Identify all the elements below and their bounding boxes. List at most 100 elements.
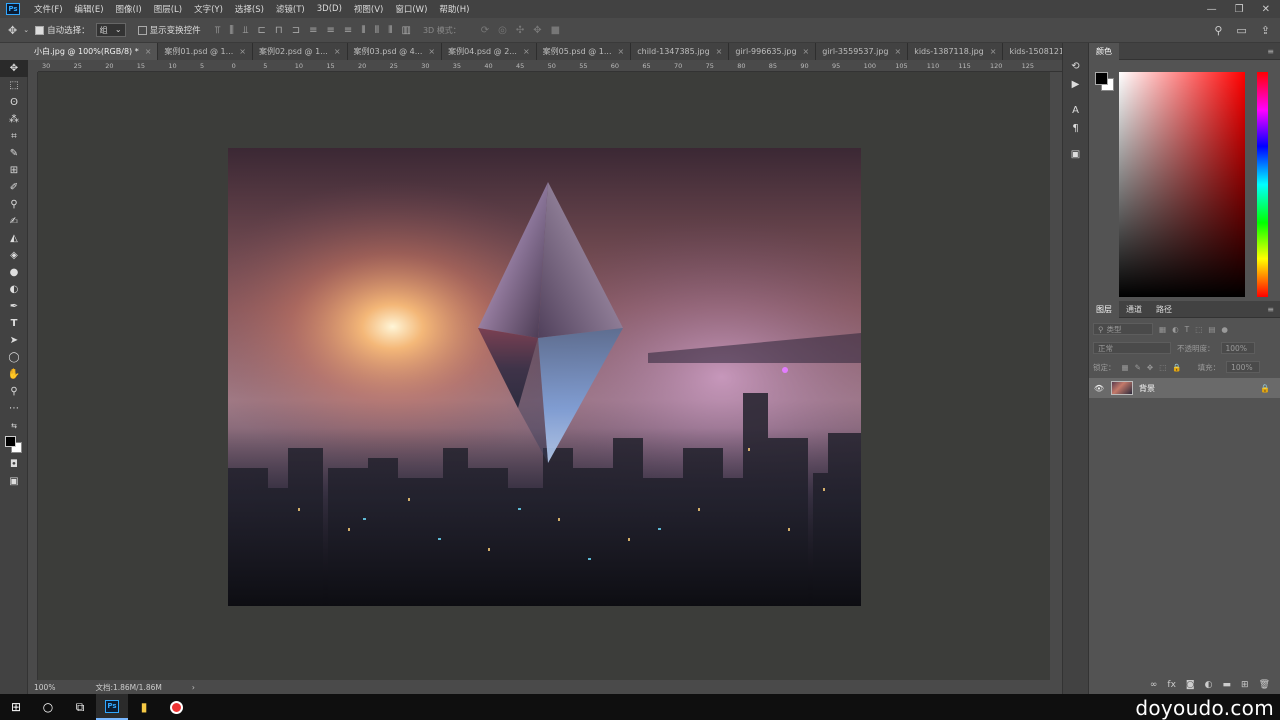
document-tab[interactable]: 案例04.psd @ 2... × [442, 43, 537, 60]
menu-select[interactable]: 选择(S) [229, 3, 270, 15]
taskbar-photoshop[interactable]: Ps [96, 694, 128, 720]
lock-artboard-icon[interactable]: ⬚ [1159, 363, 1166, 372]
foreground-swatch[interactable] [5, 436, 16, 447]
zoom-tool-icon[interactable]: ⚲ [0, 383, 28, 400]
crop-tool-icon[interactable]: ⌗ [0, 128, 28, 145]
windows-start-icon[interactable]: ⊞ [0, 694, 32, 720]
magic-wand-tool-icon[interactable]: ⁂ [0, 111, 28, 128]
menu-type[interactable]: 文字(Y) [188, 3, 229, 15]
filter-smart-icon[interactable]: ▤ [1208, 325, 1215, 334]
fill-input[interactable]: 100% [1226, 361, 1261, 373]
distribute-hcenter-icon[interactable]: ⦀ [375, 25, 379, 36]
type-tool-icon[interactable]: T [0, 315, 28, 332]
lock-paint-icon[interactable]: ✎ [1135, 363, 1141, 372]
document-canvas[interactable] [228, 148, 861, 606]
path-selection-tool-icon[interactable]: ➤ [0, 332, 28, 349]
3d-drag-icon[interactable]: ✣ [516, 25, 524, 36]
character-panel-icon[interactable]: A [1063, 101, 1088, 119]
history-panel-icon[interactable]: ⟲ [1063, 57, 1088, 75]
hue-slider[interactable] [1257, 72, 1268, 297]
swap-colors-icon[interactable]: ⇆ [0, 417, 28, 434]
document-tab[interactable]: 案例03.psd @ 4... × [347, 43, 443, 60]
color-panel-title[interactable]: 颜色 [1089, 42, 1119, 60]
lock-all-icon[interactable]: 🔒 [1172, 363, 1181, 372]
auto-align-icon[interactable]: ▥ [402, 25, 411, 36]
tab-paths[interactable]: 路径 [1149, 301, 1179, 318]
quick-mask-icon[interactable]: ◘ [0, 456, 28, 473]
filter-type-icon[interactable]: T [1185, 325, 1190, 334]
lock-move-icon[interactable]: ✥ [1147, 363, 1153, 372]
marquee-tool-icon[interactable]: ⬚ [0, 77, 28, 94]
show-transform-checkbox[interactable] [137, 25, 147, 35]
tab-layers[interactable]: 图层 [1089, 300, 1119, 318]
actions-panel-icon[interactable]: ▶ [1063, 75, 1088, 93]
close-tab-icon[interactable]: × [716, 47, 723, 56]
close-tab-icon[interactable]: × [894, 47, 901, 56]
chevron-down-icon[interactable]: ⌄ [23, 26, 29, 34]
align-vcenter-icon[interactable]: ⫼ [229, 25, 234, 36]
filter-adjustment-icon[interactable]: ◐ [1172, 325, 1179, 334]
file-explorer-icon[interactable]: ▮ [128, 694, 160, 720]
color-spectrum-picker[interactable] [1119, 72, 1245, 297]
shape-tool-icon[interactable]: ◯ [0, 349, 28, 366]
new-group-icon[interactable]: ▬ [1223, 680, 1232, 690]
document-tab[interactable]: 案例02.psd @ 1... × [252, 43, 348, 60]
restore-button[interactable]: ❐ [1235, 4, 1244, 15]
align-bottom-icon[interactable]: ⫫ [243, 25, 249, 36]
menu-image[interactable]: 图像(I) [110, 3, 148, 15]
close-tab-icon[interactable]: × [428, 47, 435, 56]
menu-help[interactable]: 帮助(H) [433, 3, 475, 15]
paint-bucket-tool-icon[interactable]: ◈ [0, 247, 28, 264]
recorder-icon[interactable] [160, 694, 192, 720]
close-tab-icon[interactable]: × [803, 47, 810, 56]
foreground-color-swatch[interactable] [1095, 72, 1108, 85]
auto-select-checkbox[interactable] [35, 25, 45, 35]
3d-slide-icon[interactable]: ✥ [533, 25, 541, 36]
filter-toggle-icon[interactable]: ● [1221, 325, 1228, 334]
close-tab-icon[interactable]: × [334, 47, 341, 56]
eraser-tool-icon[interactable]: ◭ [0, 230, 28, 247]
chevron-right-icon[interactable]: › [192, 683, 195, 692]
add-mask-icon[interactable]: ◙ [1186, 680, 1195, 690]
align-right-icon[interactable]: ⊐ [292, 25, 300, 36]
close-tab-icon[interactable]: × [523, 47, 530, 56]
brush-tool-icon[interactable]: ✐ [0, 179, 28, 196]
close-tab-icon[interactable]: × [990, 47, 997, 56]
3d-scale-icon[interactable]: ■ [551, 25, 560, 36]
document-tab[interactable]: kids-1387118.jpg × [908, 43, 1004, 60]
fg-bg-swatches[interactable] [1095, 72, 1115, 92]
close-tab-icon[interactable]: × [145, 47, 152, 56]
lock-transparent-icon[interactable]: ▦ [1122, 363, 1129, 372]
screen-mode-icon[interactable]: ▣ [0, 473, 28, 490]
filter-shape-icon[interactable]: ⬚ [1195, 325, 1202, 334]
move-tool-icon[interactable]: ✥ [0, 60, 28, 77]
dodge-tool-icon[interactable]: ◐ [0, 281, 28, 298]
delete-layer-icon[interactable]: 🗑 [1259, 680, 1270, 690]
layer-name[interactable]: 背景 [1139, 383, 1155, 394]
search-circle-icon[interactable]: ○ [32, 694, 64, 720]
document-tab[interactable]: kids-1508121.jpg× [1003, 43, 1062, 60]
blur-tool-icon[interactable]: ● [0, 264, 28, 281]
panel-menu-icon[interactable]: ≡ [1267, 47, 1280, 56]
document-tab[interactable]: 案例01.psd @ 1... × [158, 43, 253, 60]
document-tab[interactable]: 案例05.psd @ 1... × [536, 43, 632, 60]
menu-window[interactable]: 窗口(W) [389, 3, 433, 15]
close-tab-icon[interactable]: × [618, 47, 625, 56]
color-swatches[interactable] [0, 434, 28, 456]
opacity-input[interactable]: 100% [1220, 342, 1255, 354]
vertical-scrollbar[interactable] [1050, 72, 1062, 680]
distribute-left-icon[interactable]: ⦀ [361, 25, 365, 36]
panel-menu-icon[interactable]: ≡ [1267, 305, 1280, 314]
distribute-right-icon[interactable]: ⦀ [388, 25, 392, 36]
history-brush-tool-icon[interactable]: ✍ [0, 213, 28, 230]
pen-tool-icon[interactable]: ✒ [0, 298, 28, 315]
more-tools-icon[interactable]: ⋯ [0, 400, 28, 417]
align-top-icon[interactable]: ⫪ [215, 25, 221, 36]
document-tab[interactable]: girl-996635.jpg × [729, 43, 817, 60]
menu-edit[interactable]: 编辑(E) [69, 3, 110, 15]
document-tab[interactable]: child-1347385.jpg × [631, 43, 730, 60]
distribute-bottom-icon[interactable]: ≡ [344, 25, 352, 36]
healing-brush-tool-icon[interactable]: ⊞ [0, 162, 28, 179]
eyedropper-tool-icon[interactable]: ✎ [0, 145, 28, 162]
layer-style-icon[interactable]: fx [1167, 680, 1176, 690]
